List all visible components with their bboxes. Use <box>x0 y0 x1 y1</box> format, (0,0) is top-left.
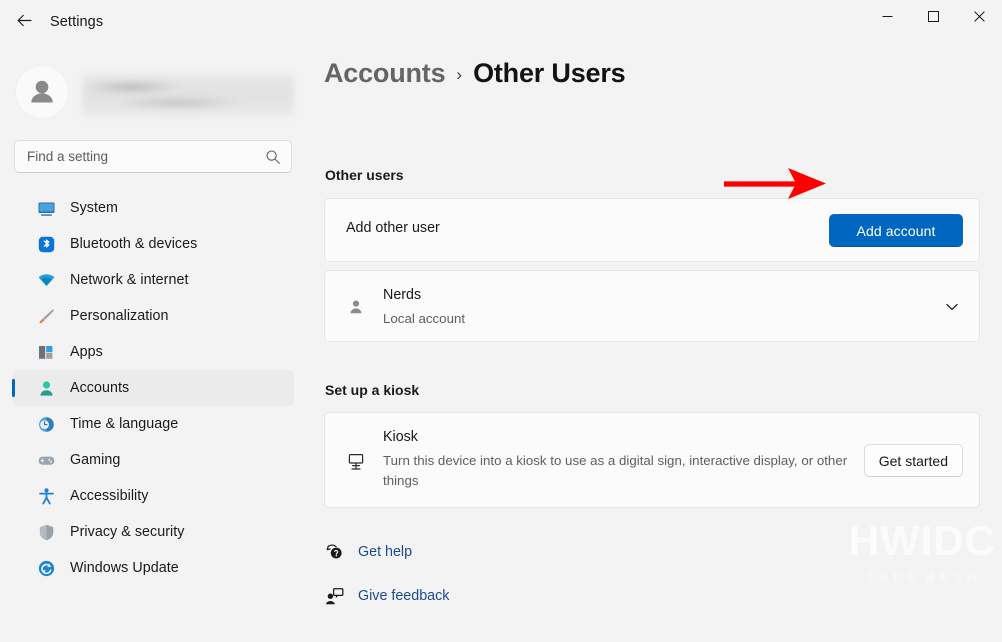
search-placeholder: Find a setting <box>27 149 108 164</box>
get-help-link[interactable]: Get help <box>324 536 449 568</box>
section-header-kiosk: Set up a kiosk <box>325 382 419 398</box>
search-input[interactable]: Find a setting <box>14 140 292 173</box>
sidebar-item-label: Personalization <box>70 308 169 324</box>
sidebar-item-personalization[interactable]: Personalization <box>12 298 294 334</box>
user-name: Nerds <box>383 287 421 303</box>
section-header-other-users: Other users <box>325 167 404 183</box>
get-started-button[interactable]: Get started <box>864 444 963 477</box>
watermark-subtext: 主机机房 虚拟主机 <box>849 569 996 584</box>
feedback-person-icon <box>324 586 344 606</box>
close-button[interactable] <box>956 0 1002 32</box>
clock-globe-icon <box>36 414 56 434</box>
sidebar-item-accounts[interactable]: Accounts <box>12 370 294 406</box>
avatar <box>16 66 68 118</box>
help-question-icon <box>324 542 344 562</box>
sidebar-item-label: Accounts <box>70 380 129 396</box>
give-feedback-link[interactable]: Give feedback <box>324 580 449 612</box>
apps-icon <box>36 342 56 362</box>
breadcrumb-parent[interactable]: Accounts <box>324 58 445 89</box>
kiosk-display-icon <box>345 451 367 473</box>
sidebar-item-accessibility[interactable]: Accessibility <box>12 478 294 514</box>
nav-list: System Bluetooth & devices <box>0 190 306 586</box>
sidebar-item-label: Gaming <box>70 452 120 468</box>
sidebar-item-bluetooth-devices[interactable]: Bluetooth & devices <box>12 226 294 262</box>
watermark-text: HWIDC <box>849 520 996 562</box>
account-name-redacted <box>82 74 294 116</box>
sidebar-item-privacy-security[interactable]: Privacy & security <box>12 514 294 550</box>
shield-icon <box>36 522 56 542</box>
close-icon <box>974 11 985 22</box>
window-controls <box>864 0 1002 32</box>
update-icon <box>36 558 56 578</box>
settings-window: Settings <box>0 0 1002 642</box>
sidebar: Find a setting System <box>0 48 306 642</box>
title-bar: Settings <box>0 0 1002 48</box>
person-icon <box>36 378 56 398</box>
selection-indicator <box>12 379 15 397</box>
accessibility-icon <box>36 486 56 506</box>
chevron-down-icon[interactable] <box>943 298 961 316</box>
sidebar-item-label: Apps <box>70 344 103 360</box>
user-account-card[interactable]: Nerds Local account <box>324 270 980 342</box>
sidebar-item-network-internet[interactable]: Network & internet <box>12 262 294 298</box>
sidebar-item-label: Bluetooth & devices <box>70 236 197 252</box>
kiosk-description: Turn this device into a kiosk to use as … <box>383 451 853 491</box>
sidebar-item-label: Privacy & security <box>70 524 185 540</box>
sidebar-item-system[interactable]: System <box>12 190 294 226</box>
breadcrumb: Accounts › Other Users <box>324 58 625 89</box>
back-button[interactable] <box>8 4 40 36</box>
give-feedback-label: Give feedback <box>358 588 449 604</box>
sidebar-item-time-language[interactable]: Time & language <box>12 406 294 442</box>
person-icon <box>345 296 367 318</box>
person-avatar-icon <box>25 75 59 109</box>
watermark: HWIDC 主机机房 虚拟主机 <box>849 520 996 584</box>
bluetooth-icon <box>36 234 56 254</box>
minimize-button[interactable] <box>864 0 910 32</box>
sidebar-item-gaming[interactable]: Gaming <box>12 442 294 478</box>
add-other-user-label: Add other user <box>346 220 440 236</box>
search-icon <box>265 149 281 165</box>
chevron-right-icon: › <box>456 65 462 85</box>
sidebar-item-label: Network & internet <box>70 272 189 288</box>
sidebar-item-apps[interactable]: Apps <box>12 334 294 370</box>
sidebar-item-label: Time & language <box>70 416 178 432</box>
get-help-label: Get help <box>358 544 412 560</box>
kiosk-title: Kiosk <box>383 429 418 445</box>
sidebar-item-label: System <box>70 200 118 216</box>
sidebar-item-label: Windows Update <box>70 560 179 576</box>
sidebar-item-windows-update[interactable]: Windows Update <box>12 550 294 586</box>
maximize-icon <box>928 11 939 22</box>
maximize-button[interactable] <box>910 0 956 32</box>
app-title: Settings <box>50 14 103 30</box>
user-account-type: Local account <box>383 311 465 326</box>
add-account-button[interactable]: Add account <box>829 214 963 247</box>
kiosk-card: Kiosk Turn this device into a kiosk to u… <box>324 412 980 508</box>
minimize-icon <box>882 11 893 22</box>
sidebar-item-label: Accessibility <box>70 488 149 504</box>
wifi-icon <box>36 270 56 290</box>
page-title: Other Users <box>473 58 625 89</box>
monitor-icon <box>36 198 56 218</box>
add-other-user-card: Add other user Add account <box>324 198 980 262</box>
paintbrush-icon <box>36 306 56 326</box>
gamepad-icon <box>36 450 56 470</box>
back-arrow-icon <box>16 12 33 29</box>
help-links: Get help Give feedback <box>324 536 449 624</box>
content-pane: Accounts › Other Users Other users Add o… <box>306 48 1002 642</box>
account-header[interactable] <box>0 58 306 126</box>
